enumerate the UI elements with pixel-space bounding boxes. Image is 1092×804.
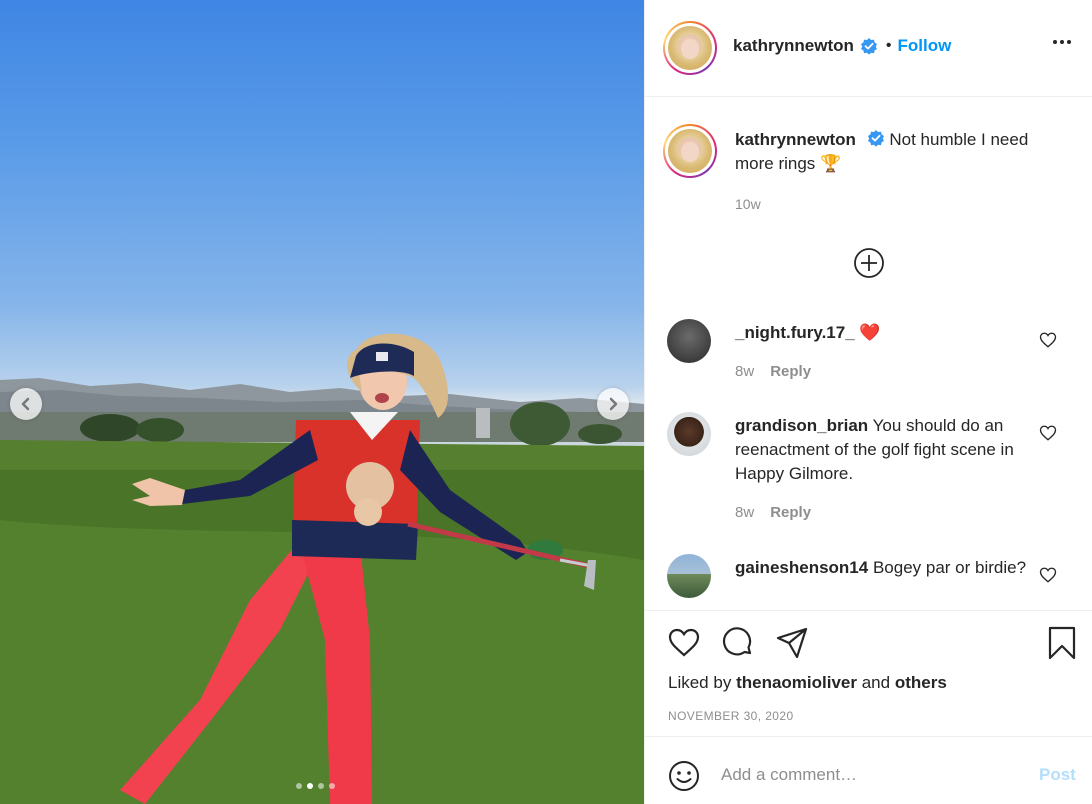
post-photo[interactable]: [0, 0, 644, 804]
golf-course-scene: [0, 333, 644, 804]
carousel-indicator: [296, 783, 335, 789]
follow-button[interactable]: Follow: [898, 36, 952, 56]
post-header: kathrynnewton • Follow: [645, 0, 1092, 97]
liked-by-user-link[interactable]: thenaomioliver: [736, 673, 857, 692]
emoji-icon[interactable]: [667, 759, 701, 793]
add-comment-bar: Post: [645, 736, 1092, 804]
commenter-avatar[interactable]: [667, 412, 711, 456]
carousel-next-button[interactable]: [597, 388, 629, 420]
comment-username[interactable]: _night.fury.17_: [735, 323, 855, 342]
liked-by-others-link[interactable]: others: [895, 673, 947, 692]
like-heart-icon[interactable]: [667, 626, 701, 660]
carousel-dot: [329, 783, 335, 789]
carousel-dot: [318, 783, 324, 789]
carousel-dot-active: [307, 783, 313, 789]
heart-icon[interactable]: [1039, 331, 1057, 349]
chevron-right-icon: [609, 397, 618, 411]
liked-by-prefix: Liked by: [668, 673, 732, 692]
heart-icon[interactable]: [1039, 424, 1057, 442]
share-icon[interactable]: [775, 626, 809, 660]
reply-button[interactable]: Reply: [770, 363, 811, 380]
post-comment-button[interactable]: Post: [1039, 765, 1076, 785]
carousel-dot: [296, 783, 302, 789]
post-actions: Liked by thenaomioliver and others NOVEM…: [645, 610, 1092, 736]
comment-text: ❤️: [859, 323, 881, 342]
caption-timestamp[interactable]: 10w: [735, 196, 761, 212]
comment-icon[interactable]: [721, 626, 755, 660]
author-avatar[interactable]: [663, 21, 717, 75]
author-avatar[interactable]: [663, 124, 717, 178]
comment-timestamp[interactable]: 8w: [735, 504, 754, 521]
post-side-panel: kathrynnewton • Follow kathrynnewton Not…: [644, 0, 1092, 804]
comment-timestamp[interactable]: 8w: [735, 363, 754, 380]
caption-username[interactable]: kathrynnewton: [735, 130, 856, 149]
post-date[interactable]: NOVEMBER 30, 2020: [668, 709, 794, 723]
verified-badge-icon: [867, 130, 884, 147]
more-options-icon[interactable]: [1053, 40, 1071, 44]
comments-list[interactable]: kathrynnewton Not humble I need more rin…: [645, 97, 1092, 610]
verified-badge-icon: [860, 38, 877, 55]
liked-by-text: Liked by thenaomioliver and others: [668, 673, 947, 693]
author-username[interactable]: kathrynnewton: [733, 36, 854, 56]
reply-button[interactable]: Reply: [770, 504, 811, 521]
liked-by-and: and: [861, 673, 891, 692]
load-more-plus-icon[interactable]: [853, 247, 885, 279]
commenter-avatar[interactable]: [667, 554, 711, 598]
heart-icon[interactable]: [1039, 566, 1057, 584]
carousel-prev-button[interactable]: [10, 388, 42, 420]
separator-dot: •: [885, 37, 892, 54]
comment-username[interactable]: grandison_brian: [735, 416, 868, 435]
comment-text: Bogey par or birdie?: [872, 558, 1027, 577]
add-comment-input[interactable]: [721, 761, 1011, 789]
comment-username[interactable]: gaineshenson14: [735, 558, 868, 577]
chevron-left-icon: [21, 397, 30, 411]
commenter-avatar[interactable]: [667, 319, 711, 363]
bookmark-icon[interactable]: [1045, 626, 1079, 660]
